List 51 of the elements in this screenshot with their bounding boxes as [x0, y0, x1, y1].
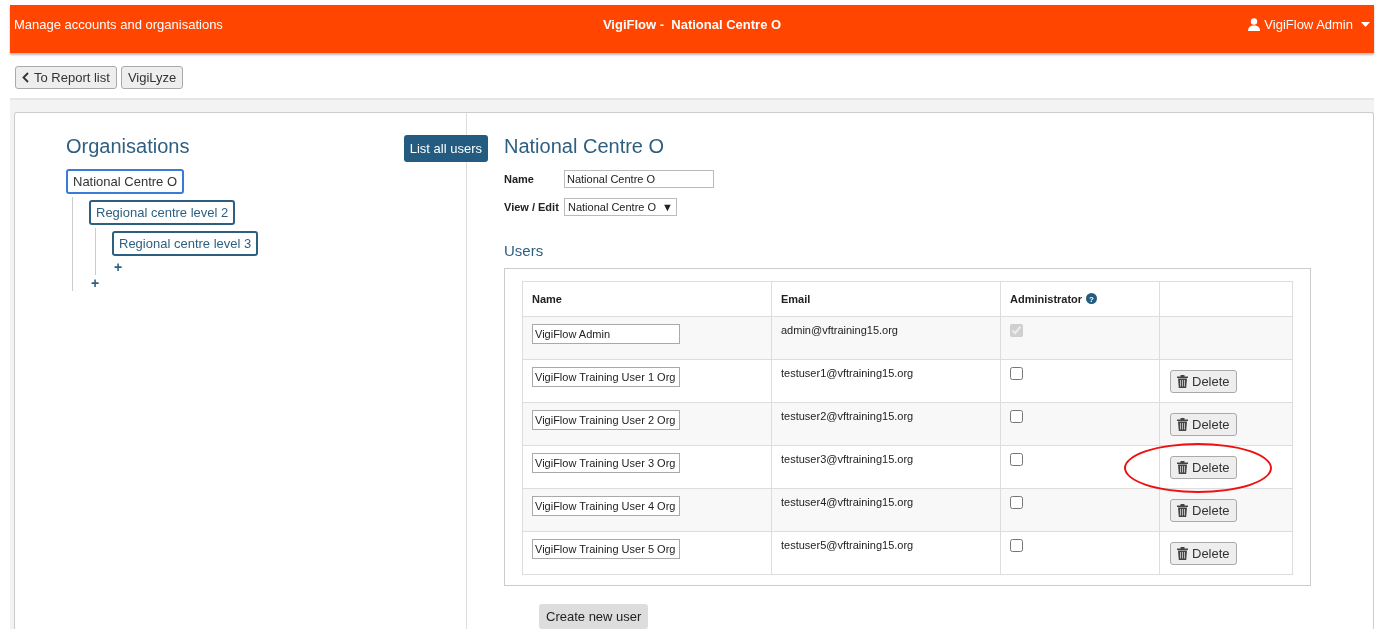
list-all-users-button[interactable]: List all users	[403, 135, 488, 162]
chevron-left-icon	[22, 72, 29, 83]
email-cell: testuser2@vftraining15.org	[771, 402, 1001, 446]
delete-button[interactable]: Delete	[1170, 412, 1237, 436]
email-cell: testuser3@vftraining15.org	[771, 445, 1001, 489]
organisations-heading: Organisations	[66, 135, 190, 158]
app-title: VigiFlow - National Centre O	[601, 17, 783, 32]
user-name-field[interactable]: VigiFlow Training User 1 Org	[532, 367, 680, 387]
organisation-heading: National Centre O	[504, 135, 666, 158]
add-organisation-button[interactable]: +	[89, 275, 102, 291]
administrator-checkbox[interactable]	[1010, 453, 1023, 466]
administrator-checkbox[interactable]	[1010, 367, 1023, 380]
trash-icon	[1177, 417, 1188, 431]
trash-icon	[1177, 503, 1188, 517]
organisation-node[interactable]: National Centre O	[66, 169, 185, 194]
users-heading: Users	[504, 242, 545, 259]
view-edit-label: View / Edit	[504, 201, 560, 213]
name-label: Name	[504, 173, 535, 185]
delete-button[interactable]: Delete	[1170, 369, 1237, 393]
column-header: Email	[771, 281, 1001, 317]
organisation-node[interactable]: Regional centre level 2	[89, 200, 236, 225]
help-icon: ?	[1086, 293, 1098, 304]
page-title: Manage accounts and organisations	[14, 17, 224, 32]
add-organisation-button[interactable]: +	[112, 259, 125, 275]
trash-icon	[1177, 460, 1188, 474]
back-button[interactable]: To Report list	[15, 66, 117, 89]
administrator-checkbox[interactable]	[1010, 410, 1023, 423]
delete-button[interactable]: Delete	[1170, 541, 1237, 565]
user-name-field[interactable]: VigiFlow Training User 4 Org	[532, 496, 680, 516]
trash-icon	[1177, 374, 1188, 388]
column-header: Administrator ?	[1000, 281, 1160, 317]
delete-button[interactable]: Delete	[1170, 498, 1237, 522]
email-cell: testuser4@vftraining15.org	[771, 488, 1001, 532]
create-user-button[interactable]: Create new user	[539, 604, 649, 629]
delete-button[interactable]: Delete	[1170, 455, 1237, 479]
email-cell: testuser1@vftraining15.org	[771, 359, 1001, 403]
caret-icon	[1361, 22, 1370, 27]
column-header: Name	[522, 281, 772, 317]
organisation-node[interactable]: Regional centre level 3	[112, 231, 259, 256]
email-cell: admin@vftraining15.org	[771, 316, 1001, 360]
user-name-field[interactable]: VigiFlow Training User 2 Org	[532, 410, 680, 430]
email-cell: testuser5@vftraining15.org	[771, 531, 1001, 575]
name-field[interactable]: National Centre O	[564, 170, 714, 188]
user-name-field[interactable]: VigiFlow Training User 3 Org	[532, 453, 680, 473]
user-name-field[interactable]: VigiFlow Training User 5 Org	[532, 539, 680, 559]
vigilyze-button[interactable]: VigiLyze	[120, 66, 184, 89]
view-edit-select[interactable]: National Centre O ▼	[564, 198, 677, 216]
administrator-checkbox[interactable]	[1010, 496, 1023, 509]
trash-icon	[1177, 546, 1188, 560]
administrator-checkbox[interactable]	[1010, 539, 1023, 552]
user-icon	[1248, 18, 1261, 31]
